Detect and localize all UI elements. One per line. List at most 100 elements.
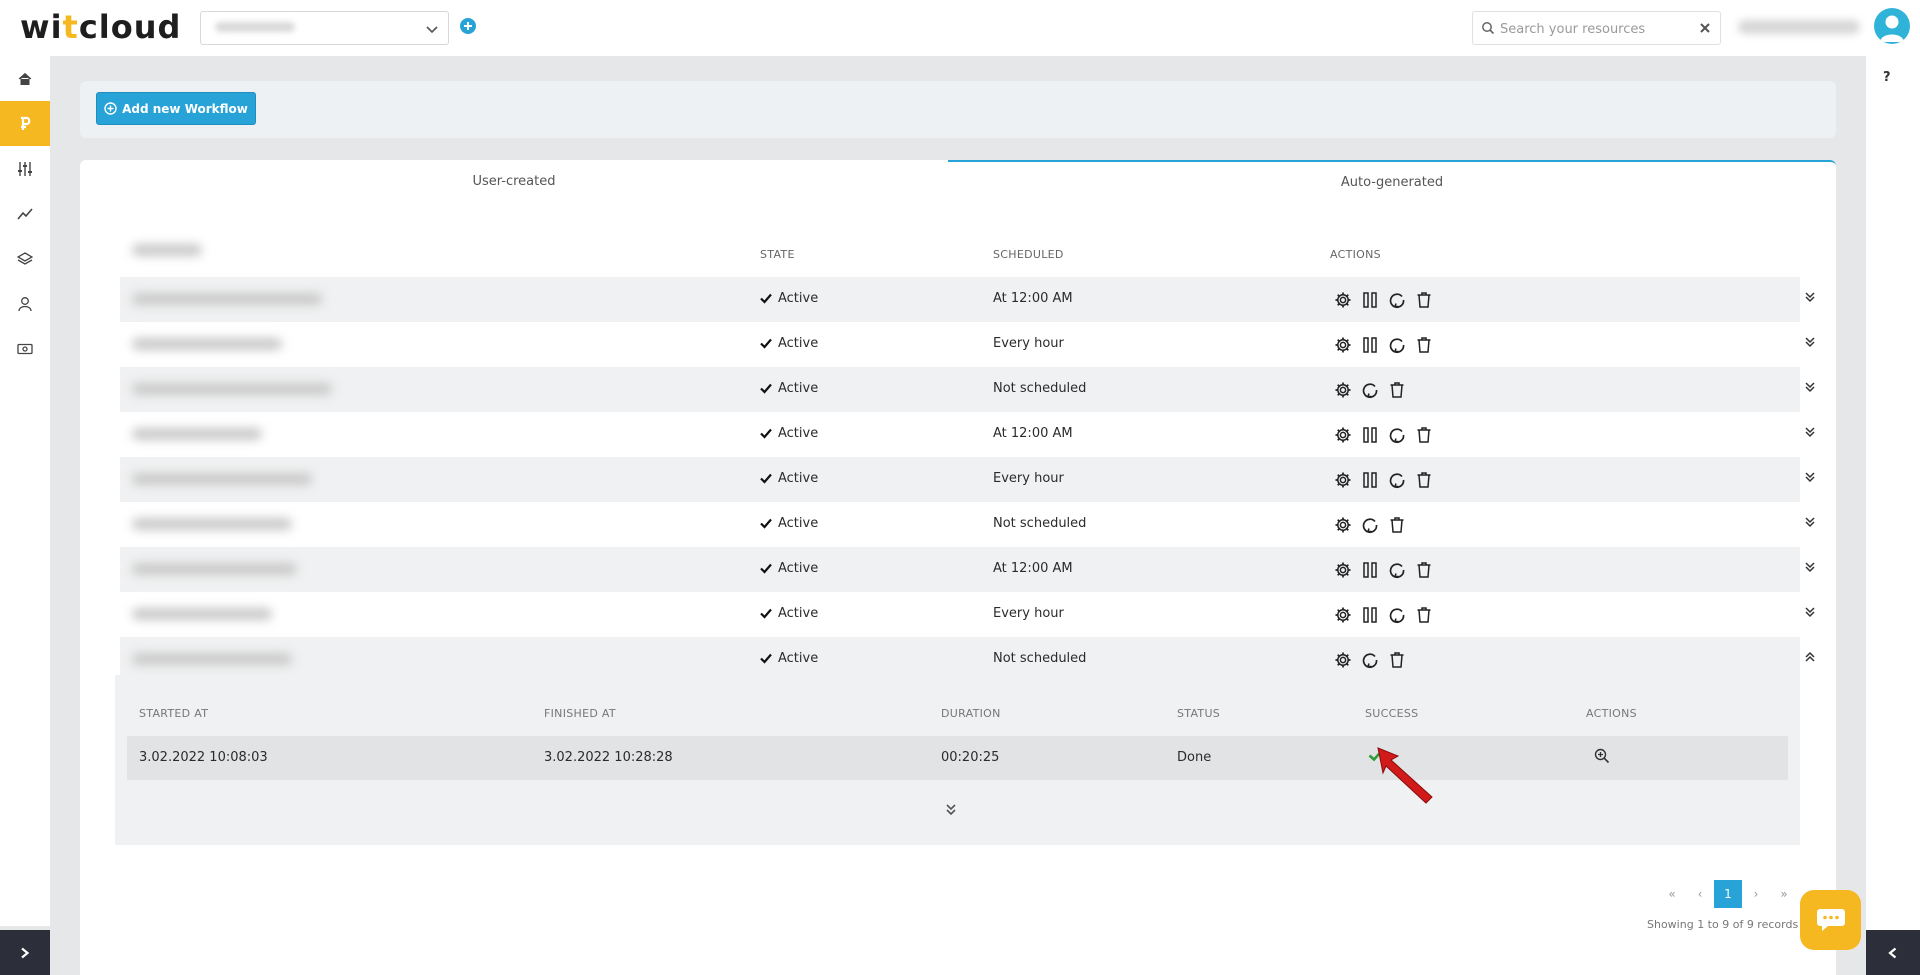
expand-sidebar-button[interactable] <box>0 930 50 975</box>
help-button[interactable]: ? <box>1883 70 1891 85</box>
double-chevron-down-icon[interactable] <box>944 803 958 817</box>
refresh-icon[interactable] <box>1386 604 1408 626</box>
refresh-icon[interactable] <box>1386 469 1408 491</box>
zoom-in-icon[interactable] <box>1594 748 1610 764</box>
table-row[interactable]: Active Every hour <box>120 322 1815 367</box>
page-first[interactable]: « <box>1658 880 1686 908</box>
workflow-actions <box>1332 649 1408 671</box>
user-avatar[interactable] <box>1874 8 1910 44</box>
page-last[interactable]: » <box>1770 880 1798 908</box>
search-box <box>1472 11 1721 45</box>
expand-row-icon[interactable] <box>1804 561 1816 573</box>
pause-icon[interactable] <box>1359 469 1381 491</box>
gear-icon[interactable] <box>1332 649 1354 671</box>
gear-icon[interactable] <box>1332 289 1354 311</box>
pause-icon[interactable] <box>1359 334 1381 356</box>
pause-icon[interactable] <box>1359 559 1381 581</box>
trash-icon[interactable] <box>1413 289 1435 311</box>
project-select[interactable] <box>200 11 449 45</box>
clear-search-icon[interactable] <box>1698 21 1712 35</box>
success-header: SUCCESS <box>1365 707 1419 720</box>
sidebar-item-settings[interactable] <box>0 146 50 191</box>
workflows-card: User-created Auto-generated STATE SCHEDU… <box>80 160 1836 975</box>
chat-button[interactable] <box>1800 890 1861 950</box>
page-current[interactable]: 1 <box>1714 880 1742 908</box>
tab-user-created[interactable]: User-created <box>80 160 948 202</box>
trash-icon[interactable] <box>1413 469 1435 491</box>
add-project-icon[interactable] <box>459 17 477 35</box>
add-workflow-button[interactable]: Add new Workflow <box>96 92 256 125</box>
chevron-left-icon <box>1887 947 1899 959</box>
workflow-state-label: Active <box>778 336 819 351</box>
started-at-header: STARTED AT <box>139 707 209 720</box>
workflow-actions <box>1332 424 1435 446</box>
expand-row-icon[interactable] <box>1804 516 1816 528</box>
table-row[interactable]: Active Not scheduled <box>120 502 1815 547</box>
check-icon <box>760 608 772 619</box>
sidebar-item-workflows[interactable] <box>0 101 50 146</box>
page-prev[interactable]: ‹ <box>1686 880 1714 908</box>
workflow-actions <box>1332 559 1435 581</box>
witcloud-logo[interactable]: witcloud <box>20 8 181 46</box>
gear-icon[interactable] <box>1332 424 1354 446</box>
pause-icon[interactable] <box>1359 604 1381 626</box>
gear-icon[interactable] <box>1332 559 1354 581</box>
expand-row-icon[interactable] <box>1804 606 1816 618</box>
refresh-icon[interactable] <box>1359 379 1381 401</box>
sidebar-item-layers[interactable] <box>0 236 50 281</box>
run-status: Done <box>1177 750 1212 765</box>
pause-icon[interactable] <box>1359 424 1381 446</box>
collapse-right-rail-button[interactable] <box>1866 930 1920 975</box>
expand-row-icon[interactable] <box>1804 381 1816 393</box>
refresh-icon[interactable] <box>1386 424 1408 446</box>
trash-icon[interactable] <box>1413 334 1435 356</box>
workflow-schedule: Every hour <box>993 606 1064 621</box>
trash-icon[interactable] <box>1413 424 1435 446</box>
check-icon <box>760 563 772 574</box>
workflow-state: Active <box>760 291 818 306</box>
gear-icon[interactable] <box>1332 469 1354 491</box>
gear-icon[interactable] <box>1332 604 1354 626</box>
sidebar-item-analytics[interactable] <box>0 191 50 236</box>
collapse-row-icon[interactable] <box>1804 651 1816 663</box>
layers-icon <box>17 251 33 267</box>
gear-icon[interactable] <box>1332 334 1354 356</box>
table-row[interactable]: Active At 12:00 AM <box>120 547 1815 592</box>
check-icon <box>760 473 772 484</box>
expand-row-icon[interactable] <box>1804 471 1816 483</box>
refresh-icon[interactable] <box>1386 334 1408 356</box>
expand-row-icon[interactable] <box>1804 336 1816 348</box>
refresh-icon[interactable] <box>1359 514 1381 536</box>
table-row[interactable]: Active Every hour <box>120 592 1815 637</box>
table-row[interactable]: Active Every hour <box>120 457 1815 502</box>
tab-auto-generated[interactable]: Auto-generated <box>948 160 1836 202</box>
trash-icon[interactable] <box>1386 514 1408 536</box>
workflow-actions <box>1332 334 1435 356</box>
workflow-name <box>132 653 292 665</box>
trash-icon[interactable] <box>1386 379 1408 401</box>
plus-circle-icon <box>104 102 117 115</box>
search-input[interactable] <box>1500 18 1690 40</box>
trash-icon[interactable] <box>1413 604 1435 626</box>
gear-icon[interactable] <box>1332 514 1354 536</box>
check-icon <box>760 653 772 664</box>
sidebar-item-billing[interactable] <box>0 326 50 371</box>
workflow-icon <box>17 116 33 132</box>
expand-row-icon[interactable] <box>1804 291 1816 303</box>
refresh-icon[interactable] <box>1386 289 1408 311</box>
table-row[interactable]: Active Not scheduled <box>120 367 1815 412</box>
sidebar-item-users[interactable] <box>0 281 50 326</box>
sidebar-item-home[interactable] <box>0 56 50 101</box>
gear-icon[interactable] <box>1332 379 1354 401</box>
workflow-schedule: At 12:00 AM <box>993 426 1073 441</box>
trash-icon[interactable] <box>1386 649 1408 671</box>
table-row[interactable]: Active At 12:00 AM <box>120 277 1815 322</box>
refresh-icon[interactable] <box>1359 649 1381 671</box>
pause-icon[interactable] <box>1359 289 1381 311</box>
table-row[interactable]: Active At 12:00 AM <box>120 412 1815 457</box>
workflow-state: Active <box>760 381 818 396</box>
expand-row-icon[interactable] <box>1804 426 1816 438</box>
refresh-icon[interactable] <box>1386 559 1408 581</box>
page-next[interactable]: › <box>1742 880 1770 908</box>
trash-icon[interactable] <box>1413 559 1435 581</box>
